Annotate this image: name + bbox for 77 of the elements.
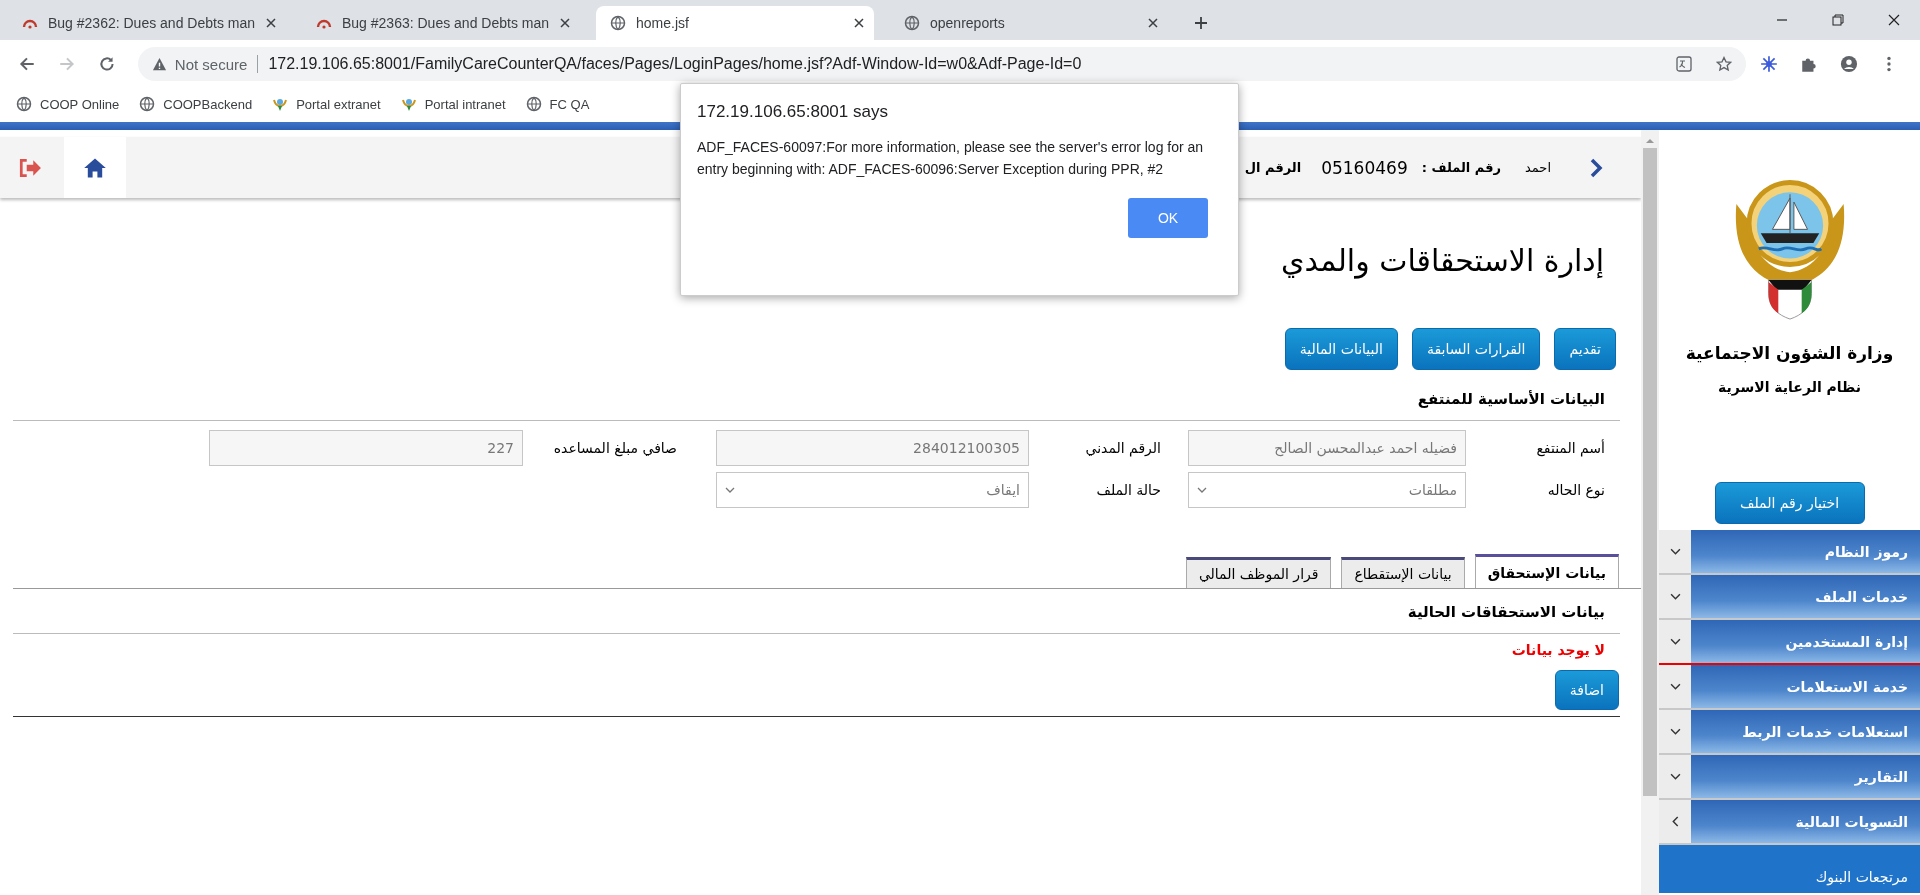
dialog-title: 172.19.106.65:8001 says [697, 102, 888, 122]
tab[interactable]: قرار الموظف المالي [1185, 557, 1332, 588]
tab[interactable]: بيانات الإستقطاع [1341, 557, 1465, 588]
field-label: نوع الحاله [1546, 482, 1605, 498]
puzzle-icon[interactable] [1800, 55, 1819, 73]
emblem-icon [400, 96, 417, 112]
input-field[interactable]: 227 [209, 430, 523, 466]
close-icon[interactable] [266, 18, 276, 28]
emblem-icon [272, 96, 289, 112]
reload-icon[interactable] [97, 55, 116, 73]
civil-id-label: الرقم ال [1244, 160, 1302, 175]
globe-icon [525, 96, 542, 112]
empty-message: لا يوجد بيانات [1511, 642, 1605, 658]
select-file-button[interactable]: اختيار رقم الملف [1714, 482, 1865, 524]
sparkle-icon[interactable] [1760, 55, 1779, 73]
action-button[interactable]: تقديم [1554, 328, 1616, 370]
bookmark[interactable]: FC QA [525, 96, 590, 112]
user-name: احمد [1525, 160, 1551, 175]
star-icon[interactable] [1716, 56, 1733, 72]
security-label: Not secure [174, 55, 248, 73]
chevron-down-icon [725, 487, 735, 493]
new-tab-icon[interactable] [1194, 16, 1208, 30]
dropdown-field[interactable]: ايقاف [716, 472, 1029, 508]
browser-tab[interactable]: Bug #2362: Dues and Debts man [8, 6, 286, 40]
section-heading: بيانات الاستحقاقات الحالية [1407, 603, 1605, 623]
restore-icon[interactable] [1832, 14, 1844, 26]
input-field[interactable]: 284012100305 [716, 430, 1029, 466]
globe-icon [16, 96, 32, 112]
tab-title: home.jsf [636, 15, 690, 31]
browser-tab[interactable]: openreports [890, 6, 1168, 40]
chevron-down-icon [1197, 487, 1207, 493]
bookmark[interactable]: Portal intranet [400, 96, 506, 112]
file-number-label: رقم الملف : [1421, 160, 1501, 175]
tab-title: openreports [930, 15, 1006, 31]
bookmark[interactable]: COOPBackend [139, 96, 253, 112]
action-button[interactable]: القرارات السابقة [1411, 328, 1541, 370]
home-button[interactable] [64, 137, 126, 198]
close-icon[interactable] [1888, 14, 1900, 26]
globe-icon [139, 96, 156, 112]
close-icon[interactable] [560, 18, 570, 28]
tab-title: Bug #2362: Dues and Debts man [48, 15, 256, 31]
bookmark[interactable]: COOP Online [16, 96, 120, 112]
system-name: نظام الرعاية الاسرية [1718, 379, 1861, 395]
ministry-name: وزارة الشؤون الاجتماعية [1685, 343, 1894, 363]
action-button[interactable]: البيانات المالية [1284, 328, 1398, 370]
scrollbar[interactable] [1641, 130, 1659, 895]
profile-icon[interactable] [1840, 55, 1858, 73]
address-bar[interactable]: Not secure 172.19.106.65:8001/FamilyCareCounterQA/faces/Pages/LoginPages/home.jsf?Adf-Window-Id=w0&Adf-Page-Id=0 [137, 47, 1747, 81]
logout-icon[interactable] [18, 157, 42, 178]
field-label: حالة الملف [1095, 482, 1162, 498]
chevron-right-icon[interactable] [1589, 157, 1603, 178]
ok-button[interactable]: OK [1128, 198, 1208, 238]
url-text: 172.19.106.65:8001/FamilyCareCounterQA/faces/Pages/LoginPages/home.jsf?Adf-Window-Id=w0&Adf-Page-Id=0 [268, 55, 1082, 73]
translate-icon[interactable] [1676, 56, 1693, 72]
field-label: الرقم المدني [1084, 440, 1162, 456]
close-icon[interactable] [1148, 18, 1158, 28]
dialog-message: ADF_FACES-60097:For more information, please see the server's error log for an entry beginning with: ADF_FACES-60096:Server Exception during PPR, #2 [697, 138, 1205, 179]
add-button[interactable]: اضافة [1554, 670, 1619, 710]
home-icon [83, 156, 107, 179]
bookmark[interactable]: Portal extranet [272, 96, 381, 112]
page-title: إدارة الاستحقاقات والمدي [1281, 243, 1604, 278]
field-label: صافي مبلغ المساعده [552, 440, 678, 456]
menu-item[interactable]: مرتجعات البنوك [1659, 845, 1920, 895]
section-heading: البيانات الأساسية للمنتفع [1417, 390, 1605, 410]
input-field[interactable]: فضيله احمد عبدالمحسن الصالح [1188, 430, 1466, 466]
browser-tab[interactable]: Bug #2363: Dues and Debts man [302, 6, 580, 40]
globe-icon [610, 15, 626, 31]
file-number: 05160469 [1321, 157, 1408, 178]
back-arrow-icon[interactable] [18, 55, 36, 73]
close-icon[interactable] [854, 18, 864, 28]
warning-icon [151, 56, 167, 72]
browser-tab[interactable]: home.jsf [596, 6, 874, 40]
tab[interactable]: بيانات الإستحقاق [1474, 554, 1619, 588]
globe-icon [904, 15, 920, 31]
field-label: أسم المنتفع [1535, 440, 1605, 456]
tab-title: Bug #2363: Dues and Debts man [342, 15, 550, 31]
dropdown-field[interactable]: مطلقات [1188, 472, 1466, 508]
